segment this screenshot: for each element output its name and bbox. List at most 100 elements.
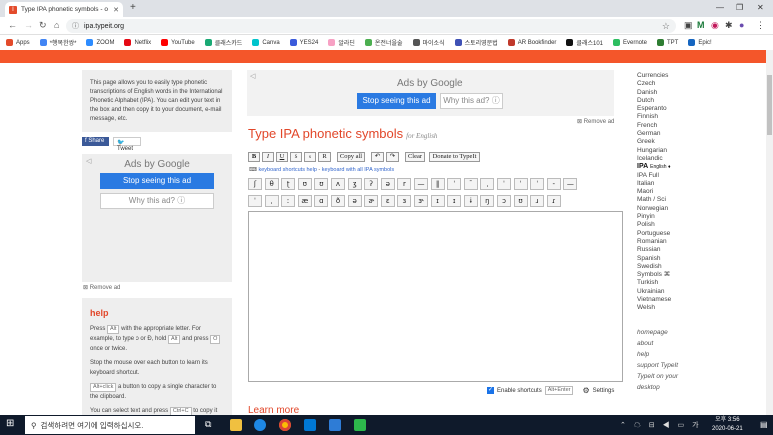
back-icon[interactable]: ← [8,20,17,30]
bookmark-item[interactable]: YouTube [161,39,195,46]
tray-icons[interactable]: ⌃ ☁ ⊟ ◀ ▭ 가 [620,420,702,430]
superscript-button[interactable]: S [290,152,302,162]
edge-icon[interactable] [254,419,266,431]
bookmark-item[interactable]: 클래스카드 [204,38,242,47]
sidebar-link[interactable]: help [637,349,697,360]
ipa-key-button[interactable]: ɹ [530,195,545,207]
language-link[interactable]: Polish [637,221,697,229]
bookmark-item[interactable]: Canva [252,39,280,46]
menu-icon[interactable]: ⋮ [756,20,765,31]
language-link[interactable]: Danish [637,89,697,97]
language-link[interactable]: Esperanto [637,105,697,113]
store-icon[interactable] [304,419,316,431]
file-explorer-icon[interactable] [230,419,242,431]
subscript-button[interactable]: s [304,152,316,162]
task-view-icon[interactable]: ⧉ [205,419,211,430]
language-link[interactable]: Czech [637,80,697,88]
ipa-key-button[interactable]: ˈ [530,178,545,190]
language-link[interactable]: German [637,130,697,138]
bookmark-item[interactable]: 클래스101 [566,38,603,47]
language-link[interactable]: Spanish [637,255,697,263]
browser-tab[interactable]: I Type IPA phonetic symbols - o ✕ [5,2,123,17]
sidebar-link[interactable]: support TypeIt [637,360,697,371]
language-link[interactable]: Norwegian [637,205,697,213]
language-link[interactable]: Maori [637,188,697,196]
language-link[interactable]: Vietnamese [637,296,697,304]
stop-seeing-ad-button[interactable]: Stop seeing this ad [100,173,214,189]
ipa-key-button[interactable]: r [397,178,412,190]
language-link[interactable]: Dutch [637,97,697,105]
remove-ad-left[interactable]: ⊠ Remove ad [83,284,120,291]
ipa-key-button[interactable]: ʔ [364,178,379,190]
ipa-key-button[interactable]: ɪ [430,195,445,207]
language-link[interactable]: Pinyin [637,213,697,221]
circle-extension-icon[interactable]: ◉ [711,20,719,31]
bookmark-item[interactable]: 온전너을술 [364,38,403,47]
ad-back-icon[interactable]: ◁ [86,157,91,165]
settings-link[interactable]: Settings [593,388,615,394]
ipa-key-button[interactable]: ə [380,178,395,190]
language-link[interactable]: Hungarian [637,147,697,155]
language-link[interactable]: Currencies [637,72,697,80]
language-link[interactable]: Icelandic [637,155,697,163]
sidebar-link[interactable]: about [637,338,697,349]
reload-icon[interactable]: ↻ [39,20,47,31]
ipa-key-button[interactable]: ɪ [447,195,462,207]
language-link[interactable]: Romanian [637,238,697,246]
ipa-key-button[interactable]: ʒ [347,178,362,190]
remove-format-button[interactable]: R [318,152,331,162]
ipa-key-button[interactable]: ɔ [497,195,511,207]
ipa-key-button[interactable]: ð [331,195,345,207]
language-link[interactable]: Ukrainian [637,288,697,296]
ipa-key-button[interactable]: ʌ [331,178,345,190]
ipa-key-button[interactable]: ʃ [248,178,262,190]
clear-button[interactable]: Clear [405,152,425,162]
language-link[interactable]: Italian [637,180,697,188]
bookmark-item[interactable]: TPT [657,39,678,46]
ipa-key-button[interactable]: ŋ [480,195,495,207]
shortcuts-help-link[interactable]: keyboard shortcuts help [258,167,316,173]
info-icon[interactable]: ⓘ [72,21,79,31]
enable-shortcuts-checkbox[interactable]: ✓ [487,387,494,394]
star-icon[interactable]: ☆ [662,21,670,32]
bookmark-item[interactable]: *행복한쌍* [39,38,76,47]
bookmark-item[interactable]: Apps [6,39,30,46]
language-link[interactable]: Portuguese [637,230,697,238]
ipa-key-button[interactable]: ˌ [264,195,279,207]
ipa-key-button[interactable]: ʊ [314,178,329,190]
all-symbols-link[interactable]: keyboard with all IPA symbols [322,167,394,173]
scrollbar[interactable] [766,50,773,415]
ipa-key-button[interactable]: æ [297,195,312,207]
ipa-key-button[interactable]: ‖ [430,178,445,190]
ipa-key-button[interactable]: ɛ [380,195,395,207]
ipa-key-button[interactable]: ˉ [463,178,478,190]
ipa-key-button[interactable]: ʊ [297,178,312,190]
ipa-key-button[interactable]: ɾ [546,195,561,207]
stop-seeing-ad-button[interactable]: Stop seeing this ad [357,93,436,109]
language-link[interactable]: Math / Sci [637,196,697,204]
why-this-ad-button[interactable]: Why this ad? ⓘ [440,93,503,109]
m-extension-icon[interactable]: M [697,20,705,30]
language-link[interactable]: Welsh [637,304,697,312]
language-link[interactable]: IPA Full [637,172,697,180]
forward-icon[interactable]: → [24,20,33,30]
puzzle-icon[interactable]: ✱ [725,20,733,31]
ipa-key-button[interactable]: ː [281,195,296,207]
sidebar-link[interactable]: TypeIt on your desktop [637,371,697,393]
extension-icon[interactable]: ▣ [684,20,693,31]
bookmark-item[interactable]: YES24 [289,39,318,46]
language-link[interactable]: Finnish [637,113,697,121]
bookmark-item[interactable]: 마이소식 [412,38,445,47]
bookmark-item[interactable]: Netflix [124,39,151,46]
taskbar-search[interactable]: ⚲ 검색하려면 여기에 입력하십시오. [25,416,195,434]
ipa-text-area[interactable] [248,211,623,382]
ipa-key-button[interactable]: ɜ [397,195,412,207]
new-tab-button[interactable]: + [130,2,136,13]
language-link[interactable]: Swedish [637,263,697,271]
facebook-share-button[interactable]: f Share [82,137,109,146]
ipa-key-button[interactable]: ˈ [497,178,511,190]
language-link[interactable]: Russian [637,246,697,254]
bookmark-item[interactable]: 스토리영문법 [454,38,498,47]
sidebar-link[interactable]: homepage [637,327,697,338]
mail-icon[interactable] [329,419,341,431]
